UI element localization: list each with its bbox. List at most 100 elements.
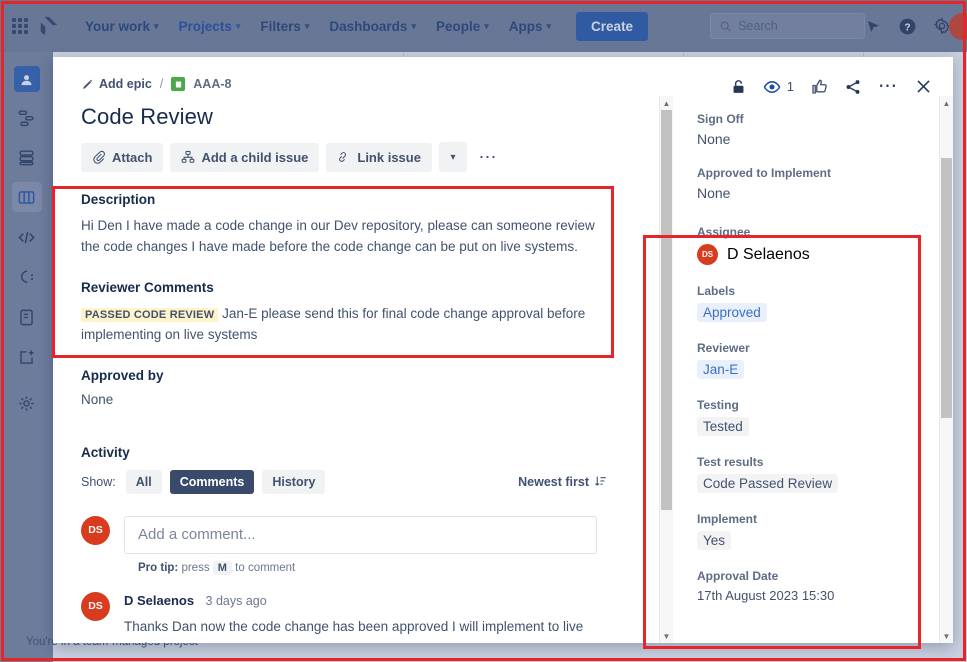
toolbar-more-dropdown[interactable]: ▾ bbox=[438, 142, 467, 172]
field-label: Labels bbox=[697, 284, 736, 298]
watch-count: 1 bbox=[786, 79, 794, 94]
unlock-icon[interactable] bbox=[730, 78, 747, 95]
main-content-scrollbar[interactable]: ▲ ▼ bbox=[659, 96, 673, 643]
field-value[interactable]: None bbox=[697, 185, 939, 201]
project-avatar-icon[interactable] bbox=[13, 66, 40, 92]
sidebar-item-code[interactable] bbox=[12, 222, 42, 252]
sidebar-item-board[interactable] bbox=[11, 182, 42, 212]
activity-section: Activity Show: All Comments History Newe… bbox=[81, 445, 615, 643]
sidebar-item-add[interactable] bbox=[12, 342, 42, 372]
sort-order-label: Newest first bbox=[518, 474, 589, 489]
link-icon bbox=[339, 152, 347, 162]
nav-label: Apps bbox=[508, 18, 543, 34]
top-navigation-bar: Your work ▾ Projects ▾ Filters ▾ Dashboa… bbox=[0, 0, 967, 55]
search-placeholder: Search bbox=[738, 19, 778, 33]
sidebar-item-project-settings[interactable] bbox=[12, 388, 42, 418]
activity-filter-comments[interactable]: Comments bbox=[169, 469, 255, 494]
user-avatar[interactable] bbox=[949, 13, 967, 40]
create-button[interactable]: Create bbox=[576, 11, 649, 41]
scrollbar-thumb[interactable] bbox=[941, 158, 952, 418]
help-icon[interactable]: ? bbox=[898, 17, 917, 36]
description-heading: Description bbox=[81, 192, 156, 207]
sort-order-control[interactable]: Newest first bbox=[518, 475, 615, 489]
add-comment-placeholder: Add a comment... bbox=[138, 526, 256, 544]
field-label: Testing bbox=[697, 398, 739, 412]
field-assignee: Assignee DS D Selaenos bbox=[697, 225, 939, 265]
nav-label: Filters bbox=[260, 18, 301, 34]
scroll-up-arrow-icon[interactable]: ▲ bbox=[663, 96, 671, 110]
field-value[interactable]: 17th August 2023 15:30 bbox=[697, 588, 939, 603]
chevron-down-icon: ▾ bbox=[484, 20, 489, 31]
toolbar-more-actions[interactable]: ⋯ bbox=[474, 142, 502, 172]
add-comment-input[interactable]: Add a comment... bbox=[124, 515, 597, 554]
nav-item-filters[interactable]: Filters ▾ bbox=[251, 13, 318, 40]
approved-by-heading: Approved by bbox=[81, 367, 164, 383]
field-value[interactable]: Yes bbox=[697, 531, 732, 550]
assignee-name: D Selaenos bbox=[727, 245, 810, 263]
activity-filter-all[interactable]: All bbox=[125, 469, 162, 494]
apps-grid-icon[interactable] bbox=[12, 18, 28, 34]
close-icon[interactable] bbox=[914, 77, 933, 96]
field-value[interactable]: Jan-E bbox=[697, 360, 745, 379]
sidebar-item-backlog[interactable] bbox=[12, 142, 42, 172]
avatar: DS bbox=[81, 591, 110, 621]
field-value[interactable]: DS D Selaenos bbox=[697, 244, 939, 265]
modal-body: Code Review Attach Add a child issue Lin… bbox=[53, 96, 953, 643]
nav-item-your-work[interactable]: Your work ▾ bbox=[76, 13, 168, 40]
comment-meta: D Selaenos 3 days ago bbox=[124, 592, 615, 610]
activity-filter-history[interactable]: History bbox=[262, 469, 326, 494]
thumbs-up-icon[interactable] bbox=[810, 78, 828, 96]
scrollbar-track[interactable] bbox=[940, 110, 953, 629]
pencil-icon bbox=[83, 79, 93, 89]
field-label: Test results bbox=[697, 455, 764, 469]
notifications-icon[interactable] bbox=[865, 18, 882, 35]
field-value[interactable]: Code Passed Review bbox=[697, 474, 839, 493]
avatar: DS bbox=[697, 244, 718, 265]
comment-author[interactable]: D Selaenos bbox=[124, 593, 194, 608]
field-value[interactable]: Approved bbox=[697, 303, 767, 322]
sidebar-item-pages[interactable] bbox=[12, 302, 42, 332]
issue-toolbar: Attach Add a child issue Link issue ▾ ⋯ bbox=[81, 142, 615, 172]
watch-control[interactable]: 1 bbox=[763, 78, 794, 96]
field-value[interactable]: None bbox=[697, 131, 939, 147]
modal-header: Add epic / AAA-8 1 ⋯ bbox=[53, 57, 953, 96]
more-actions-icon[interactable]: ⋯ bbox=[878, 77, 898, 96]
field-label: Sign Off bbox=[697, 112, 744, 126]
jira-logo-icon[interactable] bbox=[38, 15, 60, 37]
share-icon[interactable] bbox=[844, 78, 862, 96]
field-label: Implement bbox=[697, 512, 758, 526]
reviewer-comments-text[interactable]: PASSED CODE REVIEW Jan-E please send thi… bbox=[81, 304, 615, 346]
field-label: Reviewer bbox=[697, 341, 750, 355]
attach-button[interactable]: Attach bbox=[81, 142, 164, 172]
pro-tip-text: Pro tip: press M to comment bbox=[138, 560, 615, 575]
scroll-up-arrow-icon[interactable]: ▲ bbox=[943, 96, 951, 110]
scroll-down-arrow-icon[interactable]: ▼ bbox=[663, 629, 671, 643]
top-nav-right-icons: ? bbox=[865, 17, 955, 36]
comment-timestamp: 3 days ago bbox=[205, 593, 267, 608]
scroll-down-arrow-icon[interactable]: ▼ bbox=[943, 629, 951, 643]
field-testing: Testing Tested bbox=[697, 398, 939, 436]
nav-item-apps[interactable]: Apps ▾ bbox=[500, 13, 560, 40]
scrollbar-thumb[interactable] bbox=[661, 110, 672, 510]
add-epic-button[interactable]: Add epic bbox=[81, 77, 152, 91]
search-input[interactable]: Search bbox=[710, 13, 865, 39]
comment-item: DS D Selaenos 3 days ago Thanks Dan now … bbox=[81, 591, 615, 643]
issue-key-link[interactable]: AAA-8 bbox=[193, 77, 231, 91]
sidebar-item-roadmap[interactable] bbox=[12, 102, 42, 132]
description-text[interactable]: Hi Den I have made a code change in our … bbox=[81, 216, 615, 258]
pro-tip-suffix: to comment bbox=[235, 561, 296, 574]
field-reviewer: Reviewer Jan-E bbox=[697, 341, 939, 379]
nav-item-dashboards[interactable]: Dashboards ▾ bbox=[320, 13, 425, 40]
field-test-results: Test results Code Passed Review bbox=[697, 455, 939, 493]
story-icon bbox=[171, 77, 186, 91]
sidebar-item-releases[interactable] bbox=[12, 262, 42, 292]
details-panel-scrollbar[interactable]: ▲ ▼ bbox=[939, 96, 953, 643]
field-value[interactable]: Tested bbox=[697, 417, 749, 436]
nav-item-people[interactable]: People ▾ bbox=[427, 13, 498, 40]
scrollbar-track[interactable] bbox=[660, 110, 673, 629]
add-child-issue-button[interactable]: Add a child issue bbox=[170, 142, 320, 172]
nav-item-projects[interactable]: Projects ▾ bbox=[170, 13, 250, 55]
paperclip-icon bbox=[93, 150, 105, 164]
link-issue-button[interactable]: Link issue bbox=[326, 142, 432, 172]
avatar: DS bbox=[81, 515, 110, 545]
